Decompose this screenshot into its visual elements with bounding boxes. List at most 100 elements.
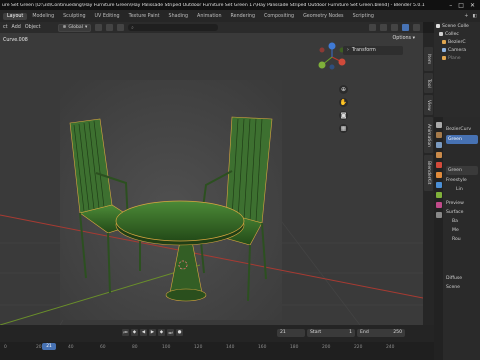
menu-add[interactable]: Add <box>12 25 21 30</box>
tab-animation[interactable]: Animation <box>193 13 225 20</box>
output-icon[interactable] <box>435 142 442 148</box>
start-frame-field[interactable]: Start 1 <box>307 328 355 337</box>
data-icon[interactable] <box>435 192 442 198</box>
tab-sculpting[interactable]: Sculpting <box>59 13 89 20</box>
tool-icon[interactable] <box>435 122 442 128</box>
tab-rendering[interactable]: Rendering <box>227 13 260 20</box>
next-keyframe-icon[interactable]: ◆ <box>158 329 165 336</box>
jump-end-icon[interactable]: ⏭ <box>167 329 174 336</box>
outliner-row[interactable]: Collec <box>434 30 480 38</box>
prev-keyframe-icon[interactable]: ◆ <box>131 329 138 336</box>
freestyle-panel-header[interactable]: Freestyle <box>444 176 480 185</box>
scene-icon[interactable]: ◧ <box>472 14 477 19</box>
metallic-row[interactable]: Me <box>444 226 480 235</box>
timeline-ruler[interactable]: 0 20 40 60 80 100 120 140 160 180 200 22… <box>0 342 434 360</box>
properties-panel: BezierCurv Green Green Freestyle Lin Pre… <box>434 117 480 360</box>
frame-tick: 100 <box>162 345 171 350</box>
object-icon[interactable] <box>435 172 442 178</box>
outliner-row[interactable]: BezierC <box>434 38 480 46</box>
shading-solid-icon[interactable] <box>391 24 398 31</box>
base-color-row[interactable]: Ba <box>444 217 480 226</box>
scene-panel-header[interactable]: Scene <box>444 283 480 292</box>
viewport-search-input[interactable]: ⌕ <box>128 24 219 31</box>
frame-tick: 240 <box>386 345 395 350</box>
pivot-icon[interactable] <box>95 24 103 31</box>
texture-icon[interactable] <box>435 212 442 218</box>
preview-panel-header[interactable]: Preview <box>444 199 480 208</box>
transform-panel-label: Transform <box>351 48 376 53</box>
viewport-header: ct Add Object ⊕ Global ▾ ⌕ <box>0 22 423 33</box>
maximize-icon[interactable]: □ <box>458 2 464 9</box>
search-icon: ⌕ <box>131 25 134 31</box>
pan-hand-icon[interactable]: ✋ <box>339 98 348 107</box>
object-name: BezierCurv <box>446 127 472 132</box>
end-frame-field[interactable]: End 250 <box>357 328 405 337</box>
options-dropdown[interactable]: Options ▾ <box>393 36 415 41</box>
outliner-row[interactable]: Scene Colle <box>434 22 480 30</box>
current-frame-field[interactable]: 21 <box>277 328 305 337</box>
curve-icon <box>442 40 446 44</box>
outliner-row[interactable]: Camera <box>434 46 480 54</box>
orientation-label: Global <box>68 25 83 30</box>
sidebar-tab-animation[interactable]: Animation <box>424 117 433 153</box>
tab-geometry-nodes[interactable]: Geometry Nodes <box>299 13 347 20</box>
outliner-row[interactable]: Plane <box>434 54 480 62</box>
shading-material-icon[interactable] <box>402 24 409 31</box>
play-icon[interactable]: ▶ <box>149 329 156 336</box>
sidebar-tabs: Item Tool View Animation BlenderKit <box>423 33 434 325</box>
diffuse-panel-header[interactable]: Diffuse <box>444 274 480 283</box>
tab-modeling[interactable]: Modeling <box>28 13 58 20</box>
menu-select[interactable]: ct <box>3 25 8 30</box>
material-name-field[interactable]: Green <box>446 166 478 175</box>
frame-tick: 0 <box>4 345 7 350</box>
timeline-panel: ⏮ ◆ ◀ ▶ ◆ ⏭ ● 21 Start 1 End 250 0 20 40… <box>0 325 434 360</box>
sidebar-tab-tool[interactable]: Tool <box>424 73 433 93</box>
frame-tick: 80 <box>132 345 138 350</box>
material-slot[interactable]: Green <box>446 135 478 144</box>
snap-icon[interactable] <box>106 24 114 31</box>
minimize-icon[interactable]: – <box>449 2 452 9</box>
3d-viewport[interactable]: Curve.008 Options ▾ › Transform ⊕ ✋ ◙ ▦ <box>0 33 423 325</box>
material-icon[interactable] <box>435 202 442 208</box>
frame-tick: 140 <box>226 345 235 350</box>
orientation-icon: ⊕ <box>62 25 67 30</box>
world-icon[interactable] <box>435 162 442 168</box>
proportional-icon[interactable] <box>117 24 125 31</box>
record-icon[interactable]: ● <box>176 329 183 336</box>
sidebar-tab-blenderkit[interactable]: BlenderKit <box>424 155 433 191</box>
tab-layout[interactable]: Layout <box>3 12 28 20</box>
tab-compositing[interactable]: Compositing <box>260 13 298 20</box>
camera-icon <box>442 48 446 52</box>
tab-scripting[interactable]: Scripting <box>349 13 378 20</box>
tab-texture-paint[interactable]: Texture Paint <box>125 13 164 20</box>
chevron-down-icon: ▾ <box>84 25 88 30</box>
xray-icon[interactable] <box>380 24 387 31</box>
sidebar-tab-item[interactable]: Item <box>424 47 433 71</box>
options-label: Options <box>392 36 412 41</box>
collection-icon <box>439 32 443 36</box>
sidebar-tab-view[interactable]: View <box>424 95 433 115</box>
menu-object[interactable]: Object <box>25 25 41 30</box>
jump-start-icon[interactable]: ⏮ <box>122 329 129 336</box>
tab-shading[interactable]: Shading <box>165 13 193 20</box>
camera-view-icon[interactable]: ◙ <box>339 111 348 120</box>
freestyle-line-row: Lin <box>456 187 463 192</box>
play-reverse-icon[interactable]: ◀ <box>140 329 147 336</box>
roughness-row[interactable]: Rou <box>444 235 480 244</box>
frame-tick: 160 <box>258 345 267 350</box>
tab-uv-editing[interactable]: UV Editing <box>91 13 124 20</box>
frame-tick: 120 <box>194 345 203 350</box>
modifier-icon[interactable] <box>435 182 442 188</box>
overlay-icon[interactable] <box>369 24 376 31</box>
render-icon[interactable] <box>435 132 442 138</box>
transform-panel-header[interactable]: › Transform <box>343 46 403 55</box>
orientation-dropdown[interactable]: ⊕ Global ▾ <box>58 23 92 32</box>
surface-panel-header[interactable]: Surface <box>444 208 480 217</box>
close-icon[interactable]: ✕ <box>470 2 475 9</box>
zoom-icon[interactable]: ⊕ <box>339 85 348 94</box>
shading-render-icon[interactable] <box>413 24 420 31</box>
perspective-grid-icon[interactable]: ▦ <box>339 124 348 133</box>
playhead[interactable]: 21 <box>42 343 56 350</box>
scene-icon[interactable] <box>435 152 442 158</box>
workspace-add-icon[interactable]: + <box>464 14 468 19</box>
